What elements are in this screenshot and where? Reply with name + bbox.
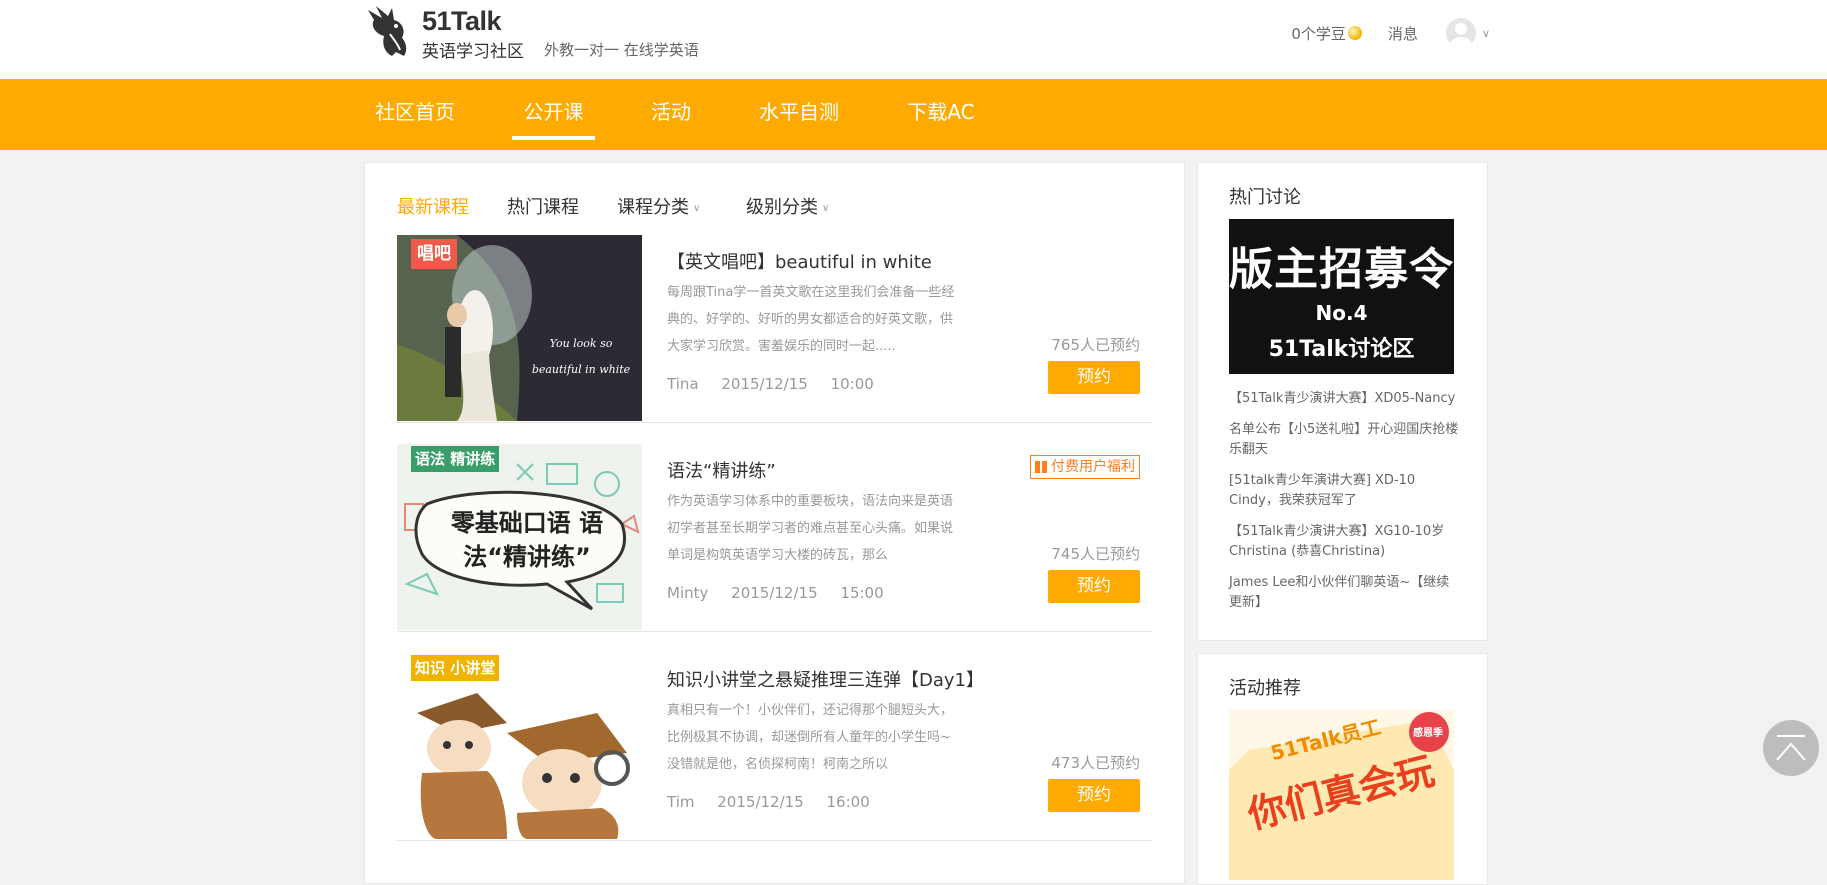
course-time: 16:00: [826, 793, 870, 811]
avatar[interactable]: [1445, 18, 1476, 48]
activity-sticker: 感恩季: [1413, 728, 1443, 739]
course-teacher: Tim: [667, 793, 695, 811]
course-badge: 知识 小讲堂: [411, 655, 500, 681]
activity-recommend-panel: 活动推荐 51Talk员工 你们真会玩 感恩季: [1197, 653, 1488, 885]
course-description: 真相只有一个！小伙伴们，还记得那个腿短头大，比例极其不协调，却迷倒所有人童年的小…: [667, 703, 954, 772]
course-badge: 唱吧: [411, 239, 457, 269]
hot-discussions-panel: 热门讨论 版主招募令 No.4 51Talk讨论区 【51Talk青少演讲大赛】…: [1197, 162, 1488, 641]
reserve-button[interactable]: 预约: [1048, 570, 1140, 603]
main-nav: 社区首页 公开课 活动 水平自测 下载AC: [0, 79, 1827, 150]
moderator-recruit-banner[interactable]: 版主招募令 No.4 51Talk讨论区: [1229, 219, 1454, 374]
reservation-count: 473人已预约: [1051, 754, 1140, 772]
paid-user-perk-badge: 付费用户福利: [1030, 455, 1140, 479]
nav-item-activity[interactable]: 活动: [649, 79, 693, 150]
discussion-link[interactable]: 【51Talk青少演讲大赛】XG10-10岁Christina (恭喜Chris…: [1229, 522, 1459, 562]
back-to-top-button[interactable]: [1763, 720, 1819, 776]
tab-category[interactable]: 课程分类 ∨: [617, 193, 700, 219]
course-meta: Minty 2015/12/15 15:00: [667, 584, 898, 602]
course-item: 知识 小讲堂 知识小讲堂之悬疑推理三连弹【Day1】 真相只有一个！小伙伴们，还…: [397, 653, 1152, 841]
logo-brand: 51Talk: [422, 6, 502, 36]
course-time: 15:00: [840, 584, 884, 602]
hot-discussions-title: 热门讨论: [1229, 187, 1301, 208]
course-title[interactable]: 语法“精讲练”: [667, 457, 776, 483]
banner-subtitle: 51Talk讨论区: [1268, 337, 1415, 362]
arrow-up-icon: [1776, 735, 1806, 761]
course-time: 10:00: [830, 375, 874, 393]
course-description: 每周跟Tina学一首英文歌在这里我们会准备一些经典的、好学的、好听的男女都适合的…: [667, 285, 955, 354]
activity-recommend-title: 活动推荐: [1229, 678, 1301, 699]
logo-bird-icon: [368, 6, 407, 56]
course-date: 2015/12/15: [717, 793, 804, 811]
tab-hot[interactable]: 热门课程: [507, 193, 579, 219]
site-logo[interactable]: 51Talk 英语学习社区 外教一对一 在线学英语: [362, 4, 722, 62]
reservation-count: 765人已预约: [1051, 336, 1140, 354]
user-area: 0个学豆 消息 ∨: [1291, 18, 1490, 48]
banner-headline: 版主招募令: [1229, 244, 1454, 295]
discussion-link[interactable]: [51talk青少年演讲大赛] XD-10 Cindy，我荣获冠军了: [1229, 471, 1459, 511]
nav-item-level-test[interactable]: 水平自测: [757, 79, 841, 150]
course-date: 2015/12/15: [731, 584, 818, 602]
tab-category-label: 课程分类: [617, 197, 689, 218]
tab-level[interactable]: 级别分类 ∨: [746, 193, 829, 219]
logo-site-name: 英语学习社区: [422, 42, 524, 62]
beans-count: 0个学豆: [1291, 24, 1346, 43]
discussion-link[interactable]: James Lee和小伙伴们聊英语~【继续更新】: [1229, 573, 1459, 613]
reservation-count: 745人已预约: [1051, 545, 1140, 563]
nav-item-open-class[interactable]: 公开课: [512, 79, 595, 150]
discussion-link[interactable]: 名单公布【小5送礼啦】开心迎国庆抢楼乐翻天: [1229, 420, 1459, 460]
course-list-panel: 最新课程 热门课程 课程分类 ∨ 级别分类 ∨ 唱吧 You look so bea…: [364, 162, 1185, 884]
bean-icon: [1347, 26, 1362, 40]
course-title[interactable]: 【英文唱吧】beautiful in white: [667, 248, 932, 274]
thumbnail-caption: 零基础口语 语法“精讲练”: [450, 509, 604, 571]
logo-slogan: 外教一对一 在线学英语: [544, 41, 699, 59]
reserve-button[interactable]: 预约: [1048, 361, 1140, 394]
course-teacher: Tina: [667, 375, 699, 393]
nav-item-home[interactable]: 社区首页: [373, 79, 457, 150]
site-header: 51Talk 英语学习社区 外教一对一 在线学英语 0个学豆 消息 ∨: [0, 0, 1827, 79]
reserve-button[interactable]: 预约: [1048, 779, 1140, 812]
course-thumbnail[interactable]: 知识 小讲堂: [397, 653, 642, 839]
course-thumbnail[interactable]: 唱吧 You look so beautiful in white: [397, 235, 642, 421]
course-item: 语法 精讲练 零基础口语 语法“精讲练” 语法“精讲练” 付费用户福利 作为英语…: [397, 444, 1152, 632]
course-badge: 语法 精讲练: [411, 446, 500, 472]
course-description: 作为英语学习体系中的重要板块，语法向来是英语初学者甚至长期学习者的难点甚至心头痛…: [667, 494, 954, 563]
activity-banner[interactable]: 51Talk员工 你们真会玩 感恩季: [1229, 710, 1454, 880]
chevron-down-icon: ∨: [822, 202, 830, 214]
course-thumbnail[interactable]: 语法 精讲练 零基础口语 语法“精讲练”: [397, 444, 642, 630]
course-title[interactable]: 知识小讲堂之悬疑推理三连弹【Day1】: [667, 666, 984, 692]
discussion-links: 【51Talk青少演讲大赛】XD05-Nancy 名单公布【小5送礼啦】开心迎国…: [1229, 389, 1459, 624]
tab-level-label: 级别分类: [746, 197, 818, 218]
thumbnail-caption: You look so beautiful in white: [531, 337, 631, 376]
banner-issue: No.4: [1315, 301, 1368, 325]
course-date: 2015/12/15: [721, 375, 808, 393]
messages-link[interactable]: 消息: [1388, 23, 1418, 44]
beans-link[interactable]: 0个学豆: [1291, 23, 1362, 44]
tab-latest[interactable]: 最新课程: [397, 193, 469, 219]
chevron-down-icon: ∨: [693, 202, 701, 214]
course-teacher: Minty: [667, 584, 709, 602]
chevron-down-icon[interactable]: ∨: [1482, 27, 1490, 40]
course-item: 唱吧 You look so beautiful in white 【英文唱吧】…: [397, 235, 1152, 423]
gift-icon: [1035, 461, 1047, 473]
discussion-link[interactable]: 【51Talk青少演讲大赛】XD05-Nancy: [1229, 389, 1459, 409]
course-meta: Tina 2015/12/15 10:00: [667, 375, 888, 393]
nav-item-download-ac[interactable]: 下载AC: [906, 79, 976, 150]
course-meta: Tim 2015/12/15 16:00: [667, 793, 884, 811]
perk-label: 付费用户福利: [1051, 459, 1135, 475]
